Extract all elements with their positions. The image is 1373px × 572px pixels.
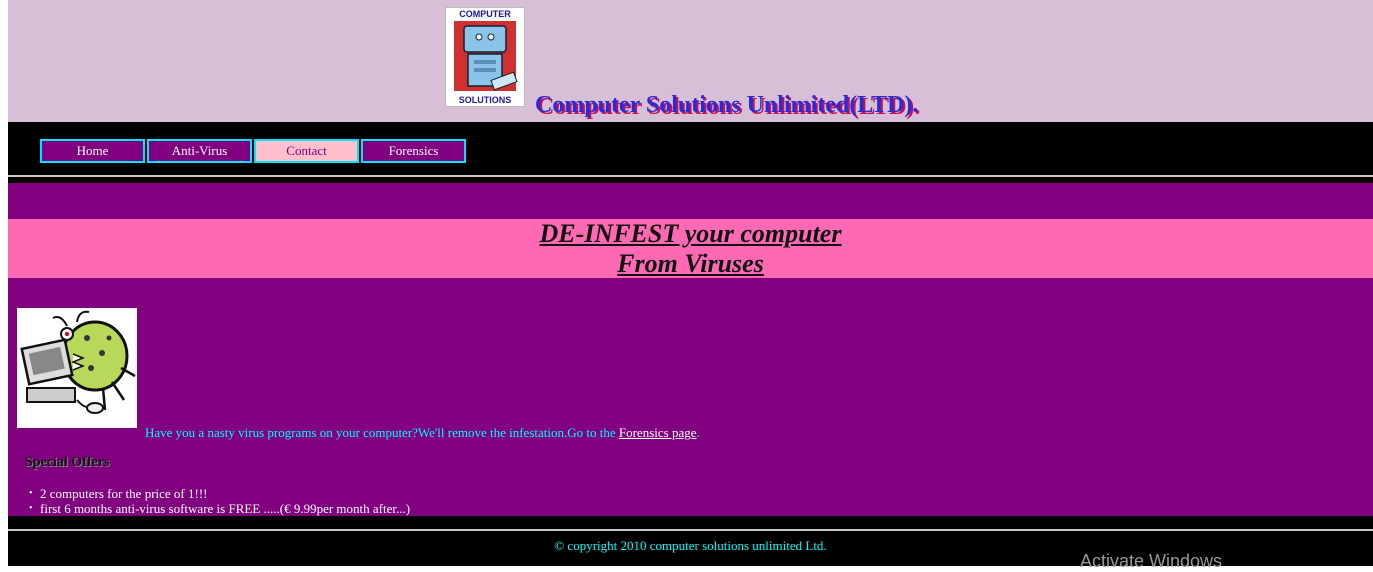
nav-item-home[interactable]: Home bbox=[40, 139, 145, 163]
copyright-text: © copyright 2010 computer solutions unli… bbox=[554, 538, 827, 553]
list-item: 2 computers for the price of 1!!! bbox=[29, 486, 410, 501]
headline-line-1: DE-INFEST your computer bbox=[539, 219, 842, 248]
nav-item-anti-virus[interactable]: Anti-Virus bbox=[147, 139, 252, 163]
intro-message: Have you a nasty virus programs on your … bbox=[145, 425, 619, 440]
intro-text: Have you a nasty virus programs on your … bbox=[145, 425, 700, 441]
main-content: DE-INFEST your computer From Viruses Hav… bbox=[8, 183, 1373, 516]
headline-line-2: From Viruses bbox=[617, 249, 764, 278]
headline-banner: DE-INFEST your computer From Viruses bbox=[8, 219, 1373, 278]
logo-text-bottom: SOLUTIONS bbox=[459, 95, 512, 105]
page: COMPUTER SOLUTIONS Computer Solutions Un… bbox=[8, 0, 1373, 566]
computer-solutions-logo: COMPUTER SOLUTIONS bbox=[445, 7, 525, 107]
main-nav: Home Anti-Virus Contact Forensics bbox=[40, 139, 468, 163]
special-offers-heading: Special Offers bbox=[25, 455, 110, 470]
activate-windows-watermark: Activate Windows bbox=[1080, 551, 1223, 571]
virus-bug-icon bbox=[20, 310, 136, 414]
computer-logo-icon: COMPUTER SOLUTIONS bbox=[454, 9, 518, 105]
special-offers-list: 2 computers for the price of 1!!! first … bbox=[28, 486, 410, 516]
nav-bar: Home Anti-Virus Contact Forensics bbox=[8, 122, 1373, 175]
list-item: first 6 months anti-virus software is FR… bbox=[29, 501, 410, 516]
site-header: COMPUTER SOLUTIONS Computer Solutions Un… bbox=[8, 0, 1373, 122]
forensics-page-link[interactable]: Forensics page bbox=[619, 425, 697, 440]
site-title: Computer Solutions Unlimited(LTD). bbox=[535, 92, 919, 118]
intro-suffix: . bbox=[696, 425, 700, 440]
virus-bug-image bbox=[17, 308, 137, 428]
black-band bbox=[8, 516, 1373, 529]
nav-item-contact[interactable]: Contact bbox=[254, 139, 359, 163]
logo-text-top: COMPUTER bbox=[459, 9, 511, 19]
nav-item-forensics[interactable]: Forensics bbox=[361, 139, 466, 163]
